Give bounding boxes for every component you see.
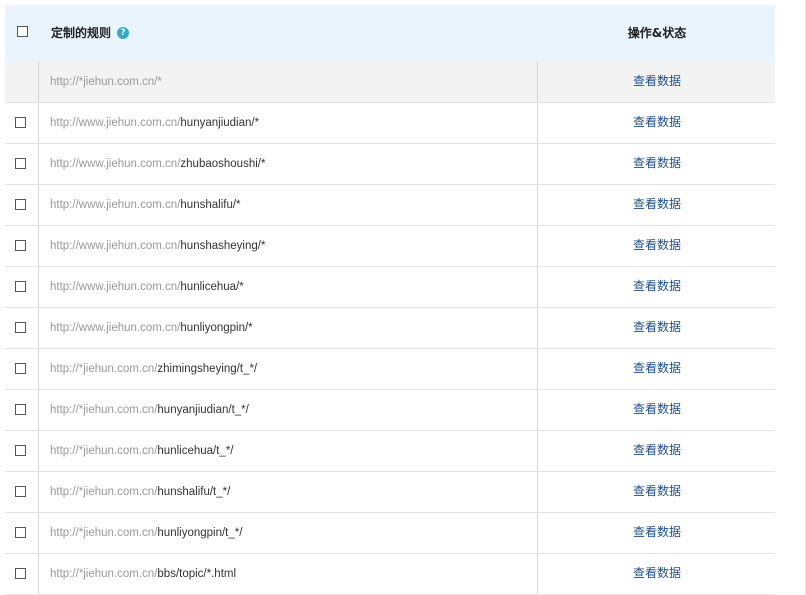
table-body: http://*jiehun.com.cn/* 查看数据 http://www.ji…: [5, 62, 775, 595]
table-row: http://www.jiehun.com.cn/hunyanjiudian/*…: [5, 103, 775, 144]
table-row: http://www.jiehun.com.cn/hunlicehua/* 查看数…: [5, 267, 775, 308]
table-row: http://www.jiehun.com.cn/zhubaoshoushi/*…: [5, 144, 775, 185]
view-data-link[interactable]: 查看数据: [539, 308, 775, 346]
table-row: http://*jiehun.com.cn/hunshalifu/t_*/查看数…: [5, 472, 775, 513]
table-row: http://*jiehun.com.cn/* 查看数据: [5, 62, 775, 103]
url-path: hunlicehua/*: [180, 281, 244, 293]
view-data-link[interactable]: 查看数据: [539, 185, 775, 223]
rule-column-label: 定制的规则: [51, 26, 112, 40]
rules-table: 定制的规则 ? 操作&状态 http://*jiehun.com.cn/* 查看数…: [5, 5, 775, 595]
row-checkbox[interactable]: [15, 486, 26, 497]
url-prefix: http://*jiehun.com.cn/*: [50, 76, 162, 88]
rule-url: http://*jiehun.com.cn/hunshalifu/t_*/: [38, 472, 538, 512]
row-checkbox[interactable]: [15, 568, 26, 579]
view-data-link[interactable]: 查看数据: [539, 390, 775, 428]
rule-url: http://www.jiehun.com.cn/hunshasheying/*: [38, 226, 538, 266]
table-row: http://*jiehun.com.cn/hunlicehua/t_*/查看数…: [5, 431, 775, 472]
row-checkbox[interactable]: [15, 117, 26, 128]
row-checkbox[interactable]: [15, 445, 26, 456]
rule-column-header: 定制的规则 ?: [51, 24, 130, 41]
rule-url: http://*jiehun.com.cn/bbs/topic/*.html: [38, 554, 538, 594]
url-prefix: http://www.jiehun.com.cn/: [50, 117, 181, 129]
url-path: hunyanjiudian/t_*/: [157, 404, 249, 416]
rule-url: http://www.jiehun.com.cn/zhubaoshoushi/*: [38, 144, 538, 184]
url-path: hunliyongpin/t_*/: [157, 527, 243, 539]
table-row: http://www.jiehun.com.cn/hunshalifu/* 查看数…: [5, 185, 775, 226]
table-row: http://www.jiehun.com.cn/hunshasheying/*…: [5, 226, 775, 267]
url-prefix: http://*jiehun.com.cn/: [50, 404, 158, 416]
row-checkbox[interactable]: [15, 199, 26, 210]
view-data-link[interactable]: 查看数据: [539, 513, 775, 551]
url-path: hunliyongpin/*: [180, 322, 253, 334]
url-prefix: http://www.jiehun.com.cn/: [50, 240, 181, 252]
url-prefix: http://www.jiehun.com.cn/: [50, 158, 181, 170]
rule-url: http://www.jiehun.com.cn/hunyanjiudian/*: [38, 103, 538, 143]
rule-url: http://*jiehun.com.cn/hunlicehua/t_*/: [38, 431, 538, 471]
checkbox-box: [15, 158, 26, 169]
url-path: zhimingsheying/t_*/: [157, 363, 258, 375]
table-header: 定制的规则 ? 操作&状态: [5, 5, 775, 62]
checkbox-box: [17, 26, 28, 37]
checkbox-box: [15, 322, 26, 333]
url-path: hunshalifu/t_*/: [157, 486, 231, 498]
rule-url: http://*jiehun.com.cn/hunyanjiudian/t_*/: [38, 390, 538, 430]
view-data-link[interactable]: 查看数据: [539, 267, 775, 305]
rule-url: http://www.jiehun.com.cn/hunliyongpin/*: [38, 308, 538, 348]
table-row: http://*jiehun.com.cn/hunliyongpin/t_*/查…: [5, 513, 775, 554]
checkbox-box: [15, 117, 26, 128]
url-prefix: http://www.jiehun.com.cn/: [50, 199, 181, 211]
checkbox-box: [15, 199, 26, 210]
url-path: hunyanjiudian/*: [180, 117, 260, 129]
url-path: hunshasheying/*: [180, 240, 266, 252]
url-prefix: http://www.jiehun.com.cn/: [50, 322, 181, 334]
row-checkbox[interactable]: [15, 158, 26, 169]
table-row: http://*jiehun.com.cn/zhimingsheying/t_*…: [5, 349, 775, 390]
url-prefix: http://*jiehun.com.cn/: [50, 568, 158, 580]
table-row: http://*jiehun.com.cn/bbs/topic/*.html 查看…: [5, 554, 775, 595]
row-checkbox[interactable]: [15, 240, 26, 251]
rule-url: http://*jiehun.com.cn/hunliyongpin/t_*/: [38, 513, 538, 553]
url-path: bbs/topic/*.html: [157, 568, 237, 580]
select-all-checkbox[interactable]: [17, 26, 28, 37]
checkbox-box: [15, 486, 26, 497]
checkbox-box: [15, 568, 26, 579]
url-path: zhubaoshoushi/*: [180, 158, 266, 170]
checkbox-box: [15, 404, 26, 415]
checkbox-box: [15, 281, 26, 292]
help-icon[interactable]: ?: [117, 26, 130, 39]
rule-url: http://www.jiehun.com.cn/hunlicehua/*: [38, 267, 538, 307]
row-checkbox[interactable]: [15, 527, 26, 538]
row-checkbox[interactable]: [15, 281, 26, 292]
view-data-link[interactable]: 查看数据: [539, 554, 775, 592]
row-checkbox[interactable]: [15, 363, 26, 374]
row-checkbox[interactable]: [15, 404, 26, 415]
url-prefix: http://www.jiehun.com.cn/: [50, 281, 181, 293]
rule-url: http://*jiehun.com.cn/zhimingsheying/t_*…: [38, 349, 538, 389]
view-data-link[interactable]: 查看数据: [539, 144, 775, 182]
view-data-link[interactable]: 查看数据: [539, 226, 775, 264]
view-data-link[interactable]: 查看数据: [539, 472, 775, 510]
url-prefix: http://*jiehun.com.cn/: [50, 363, 158, 375]
table-row: http://*jiehun.com.cn/hunyanjiudian/t_*/…: [5, 390, 775, 431]
view-data-link[interactable]: 查看数据: [539, 349, 775, 387]
url-path: hunshalifu/*: [180, 199, 241, 211]
url-prefix: http://*jiehun.com.cn/: [50, 445, 158, 457]
view-data-link[interactable]: 查看数据: [539, 431, 775, 469]
rule-url: http://*jiehun.com.cn/*: [38, 62, 538, 102]
url-prefix: http://*jiehun.com.cn/: [50, 486, 158, 498]
view-data-link[interactable]: 查看数据: [539, 62, 775, 100]
url-prefix: http://*jiehun.com.cn/: [50, 527, 158, 539]
checkbox-box: [15, 363, 26, 374]
url-path: hunlicehua/t_*/: [157, 445, 234, 457]
checkbox-box: [15, 240, 26, 251]
status-column-header: 操作&状态: [627, 26, 687, 40]
row-checkbox[interactable]: [15, 322, 26, 333]
checkbox-box: [15, 445, 26, 456]
rule-url: http://www.jiehun.com.cn/hunshalifu/*: [38, 185, 538, 225]
checkbox-box: [15, 527, 26, 538]
view-data-link[interactable]: 查看数据: [539, 103, 775, 141]
table-row: http://www.jiehun.com.cn/hunliyongpin/* 查…: [5, 308, 775, 349]
